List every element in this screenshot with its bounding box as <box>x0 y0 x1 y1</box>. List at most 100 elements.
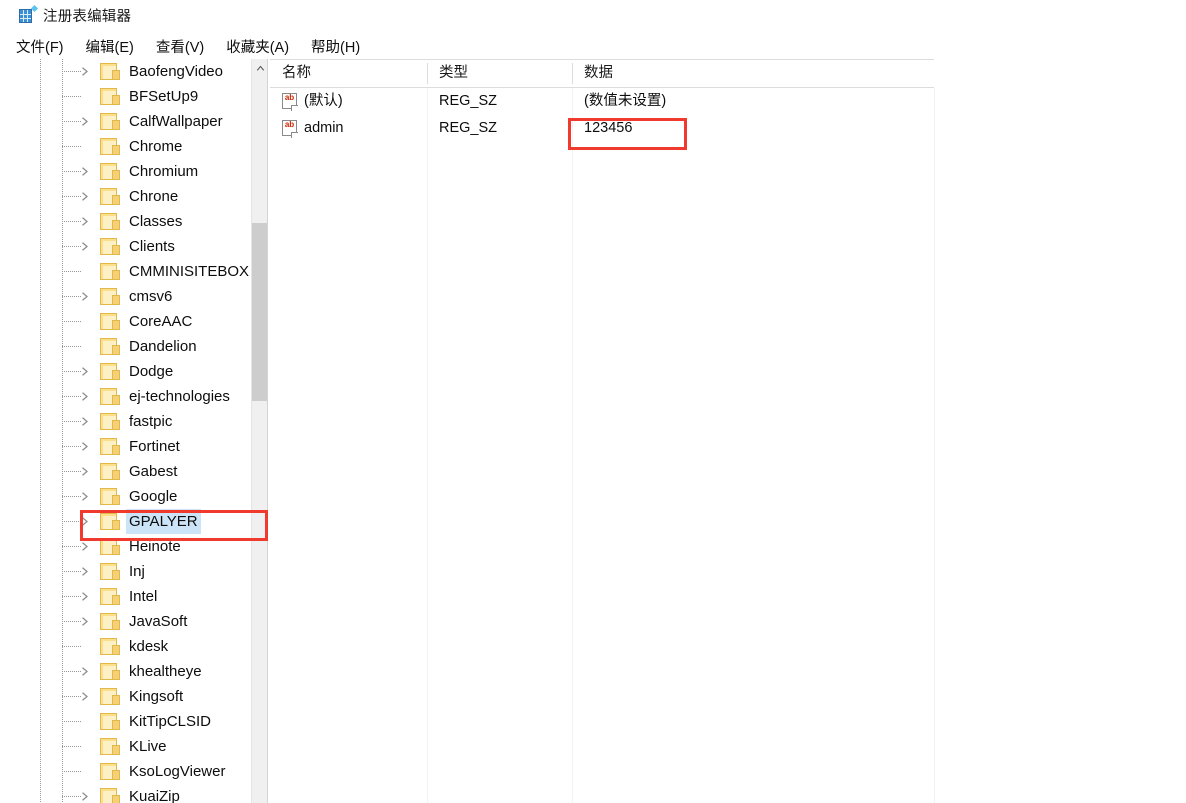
tree-connector-line <box>62 221 82 222</box>
tree-connector-line <box>62 296 82 297</box>
tree-item-gpalyer[interactable]: GPALYER <box>0 509 268 534</box>
tree-connector-line <box>62 746 82 747</box>
tree-item-kittipclsid[interactable]: KitTipCLSID <box>0 709 268 734</box>
tree-item-coreaac[interactable]: CoreAAC <box>0 309 268 334</box>
value-row[interactable]: ab admin REG_SZ 123456 <box>270 115 1186 142</box>
tree-item-baofengvideo[interactable]: BaofengVideo <box>0 59 268 84</box>
tree-item-label: KitTipCLSID <box>129 713 211 730</box>
column-header-name[interactable]: 名称 <box>270 59 427 87</box>
tree-connector-line <box>62 621 82 622</box>
tree-item-cmminisitebox[interactable]: CMMINISITEBOX <box>0 259 268 284</box>
value-row[interactable]: ab (默认) REG_SZ (数值未设置) <box>270 88 1186 115</box>
value-name: (默认) <box>304 93 343 109</box>
menu-help[interactable]: 帮助(H) <box>304 34 367 59</box>
tree-item-clients[interactable]: Clients <box>0 234 268 259</box>
registry-values-pane: 名称 类型 数据 ab (默认) REG_SZ (数值未设置) ab admin REG_S… <box>270 59 1186 803</box>
menu-favorites[interactable]: 收藏夹(A) <box>219 34 296 59</box>
tree-connector-line <box>62 671 82 672</box>
tree-item-khealtheye[interactable]: khealtheye <box>0 659 268 684</box>
list-column-header: 名称 类型 数据 <box>270 59 934 88</box>
tree-connector-line <box>62 646 82 647</box>
column-header-type[interactable]: 类型 <box>427 59 572 87</box>
folder-icon <box>100 588 120 605</box>
folder-icon <box>100 338 120 355</box>
folder-icon <box>100 488 120 505</box>
tree-item-label: Classes <box>129 213 183 230</box>
folder-icon <box>100 663 120 680</box>
tree-item-dandelion[interactable]: Dandelion <box>0 334 268 359</box>
tree-item-fortinet[interactable]: Fortinet <box>0 434 268 459</box>
title-bar: 注册表编辑器 <box>0 0 1186 30</box>
tree-item-label: GPALYER <box>126 509 201 534</box>
tree-connector-line <box>62 371 82 372</box>
tree-item-intel[interactable]: Intel <box>0 584 268 609</box>
tree-item-label: KLive <box>129 738 167 755</box>
column-guide-line <box>572 88 573 803</box>
tree-connector-line <box>62 246 82 247</box>
tree-item-label: Inj <box>129 563 145 580</box>
tree-connector-line <box>62 396 82 397</box>
tree-item-kdesk[interactable]: kdesk <box>0 634 268 659</box>
tree-item-label: JavaSoft <box>129 613 188 630</box>
tree-item-calfwallpaper[interactable]: CalfWallpaper <box>0 109 268 134</box>
tree-item-kuaizip[interactable]: KuaiZip <box>0 784 268 803</box>
tree-item-ksologviewer[interactable]: KsoLogViewer <box>0 759 268 784</box>
pane-divider <box>267 59 268 803</box>
folder-icon <box>100 88 120 105</box>
tree-item-heinote[interactable]: Heinote <box>0 534 268 559</box>
folder-icon <box>100 188 120 205</box>
tree-vertical-scrollbar[interactable] <box>251 59 268 803</box>
menu-view[interactable]: 查看(V) <box>149 34 211 59</box>
tree-item-label: Google <box>129 488 178 505</box>
tree-item-classes[interactable]: Classes <box>0 209 268 234</box>
registry-editor-icon <box>19 4 39 23</box>
tree-connector-line <box>62 546 82 547</box>
scroll-up-arrow-icon[interactable] <box>252 59 268 76</box>
folder-icon <box>100 238 120 255</box>
tree-item-chromium[interactable]: Chromium <box>0 159 268 184</box>
tree-item-fastpic[interactable]: fastpic <box>0 409 268 434</box>
value-data: 123456 <box>584 120 633 136</box>
folder-icon <box>100 788 120 803</box>
column-guide-line <box>934 88 935 803</box>
tree-connector-line <box>62 696 82 697</box>
folder-icon <box>100 363 120 380</box>
tree-connector-line <box>62 796 82 797</box>
tree-item-google[interactable]: Google <box>0 484 268 509</box>
tree-item-gabest[interactable]: Gabest <box>0 459 268 484</box>
tree-connector-line <box>62 596 82 597</box>
folder-icon <box>100 638 120 655</box>
tree-item-klive[interactable]: KLive <box>0 734 268 759</box>
string-value-icon: ab <box>282 93 299 111</box>
tree-item-javasoft[interactable]: JavaSoft <box>0 609 268 634</box>
tree-item-label: Dandelion <box>129 338 197 355</box>
tree-connector-line <box>62 521 82 522</box>
tree-connector-line <box>62 346 82 347</box>
folder-icon <box>100 563 120 580</box>
menu-edit[interactable]: 编辑(E) <box>79 34 141 59</box>
scroll-thumb[interactable] <box>252 223 268 401</box>
tree-item-chrome[interactable]: Chrome <box>0 134 268 159</box>
tree-item-bfsetup9[interactable]: BFSetUp9 <box>0 84 268 109</box>
tree-item-chrone[interactable]: Chrone <box>0 184 268 209</box>
folder-icon <box>100 538 120 555</box>
tree-connector-line <box>62 171 82 172</box>
column-header-data[interactable]: 数据 <box>572 59 934 87</box>
tree-item-label: BFSetUp9 <box>129 88 199 105</box>
tree-item-inj[interactable]: Inj <box>0 559 268 584</box>
tree-item-label: Chrome <box>129 138 183 155</box>
tree-item-label: KuaiZip <box>129 788 180 803</box>
folder-icon <box>100 263 120 280</box>
tree-item-ej-technologies[interactable]: ej-technologies <box>0 384 268 409</box>
folder-icon <box>100 438 120 455</box>
folder-icon <box>100 213 120 230</box>
folder-icon <box>100 688 120 705</box>
tree-connector-line <box>62 96 82 97</box>
menu-file[interactable]: 文件(F) <box>9 34 71 59</box>
tree-item-cmsv6[interactable]: cmsv6 <box>0 284 268 309</box>
tree-item-label: khealtheye <box>129 663 202 680</box>
tree-item-kingsoft[interactable]: Kingsoft <box>0 684 268 709</box>
tree-item-label: KsoLogViewer <box>129 763 226 780</box>
tree-connector-line <box>62 571 82 572</box>
tree-item-dodge[interactable]: Dodge <box>0 359 268 384</box>
